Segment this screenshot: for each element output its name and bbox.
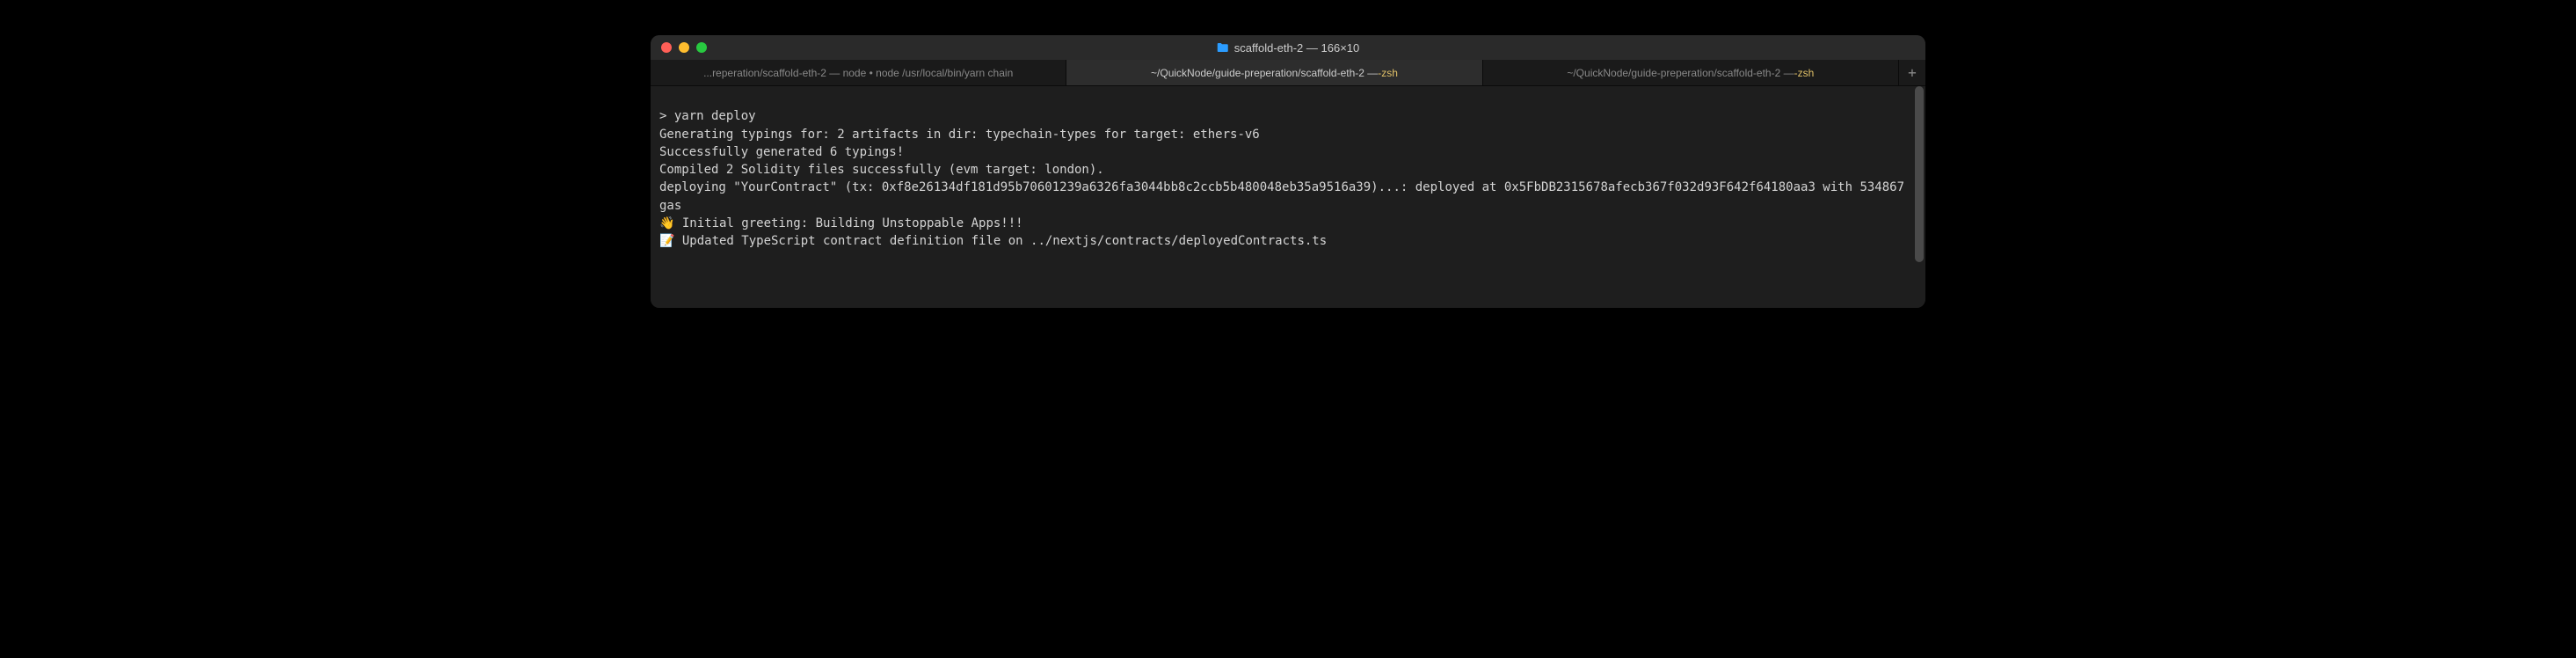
- output-line: Successfully generated 6 typings!: [659, 143, 1917, 161]
- scrollbar-thumb[interactable]: [1915, 86, 1924, 262]
- window-title-text: scaffold-eth-2 — 166×10: [1234, 41, 1360, 55]
- output-line: 📝 Updated TypeScript contract definition…: [659, 232, 1917, 250]
- tab-2[interactable]: ~/QuickNode/guide-preperation/scaffold-e…: [1483, 60, 1899, 85]
- tab-label-prefix: ~/QuickNode/guide-preperation/scaffold-e…: [1567, 67, 1794, 79]
- output-line: deploying "YourContract" (tx: 0xf8e26134…: [659, 179, 1917, 215]
- tab-0[interactable]: ...reperation/scaffold-eth-2 — node • no…: [651, 60, 1066, 85]
- output-line: Generating typings for: 2 artifacts in d…: [659, 126, 1917, 143]
- close-icon[interactable]: [661, 42, 672, 53]
- title-bar: scaffold-eth-2 — 166×10: [651, 35, 1925, 60]
- plus-icon: +: [1908, 64, 1917, 81]
- minimize-icon[interactable]: [679, 42, 689, 53]
- tab-bar: ...reperation/scaffold-eth-2 — node • no…: [651, 60, 1925, 86]
- tab-label-prefix: ~/QuickNode/guide-preperation/scaffold-e…: [1151, 67, 1378, 79]
- output-line: Compiled 2 Solidity files successfully (…: [659, 161, 1917, 179]
- scrollbar-track: [1915, 86, 1924, 308]
- output-line: 👋 Initial greeting: Building Unstoppable…: [659, 215, 1917, 232]
- folder-icon: [1217, 41, 1229, 54]
- traffic-lights: [661, 42, 707, 53]
- tab-label: ...reperation/scaffold-eth-2 — node • no…: [703, 67, 1013, 79]
- tab-label-suffix: -zsh: [1794, 67, 1815, 79]
- terminal-content[interactable]: > yarn deployGenerating typings for: 2 a…: [651, 86, 1925, 308]
- window-title: scaffold-eth-2 — 166×10: [1217, 41, 1360, 55]
- tab-label-suffix: -zsh: [1378, 67, 1398, 79]
- prompt-char: >: [659, 109, 674, 123]
- terminal-window: scaffold-eth-2 — 166×10 ...reperation/sc…: [651, 35, 1925, 308]
- maximize-icon[interactable]: [696, 42, 707, 53]
- tab-1[interactable]: ~/QuickNode/guide-preperation/scaffold-e…: [1066, 60, 1482, 85]
- add-tab-button[interactable]: +: [1899, 60, 1925, 85]
- command-line: > yarn deploy: [659, 107, 1917, 125]
- command-text: yarn deploy: [674, 109, 756, 123]
